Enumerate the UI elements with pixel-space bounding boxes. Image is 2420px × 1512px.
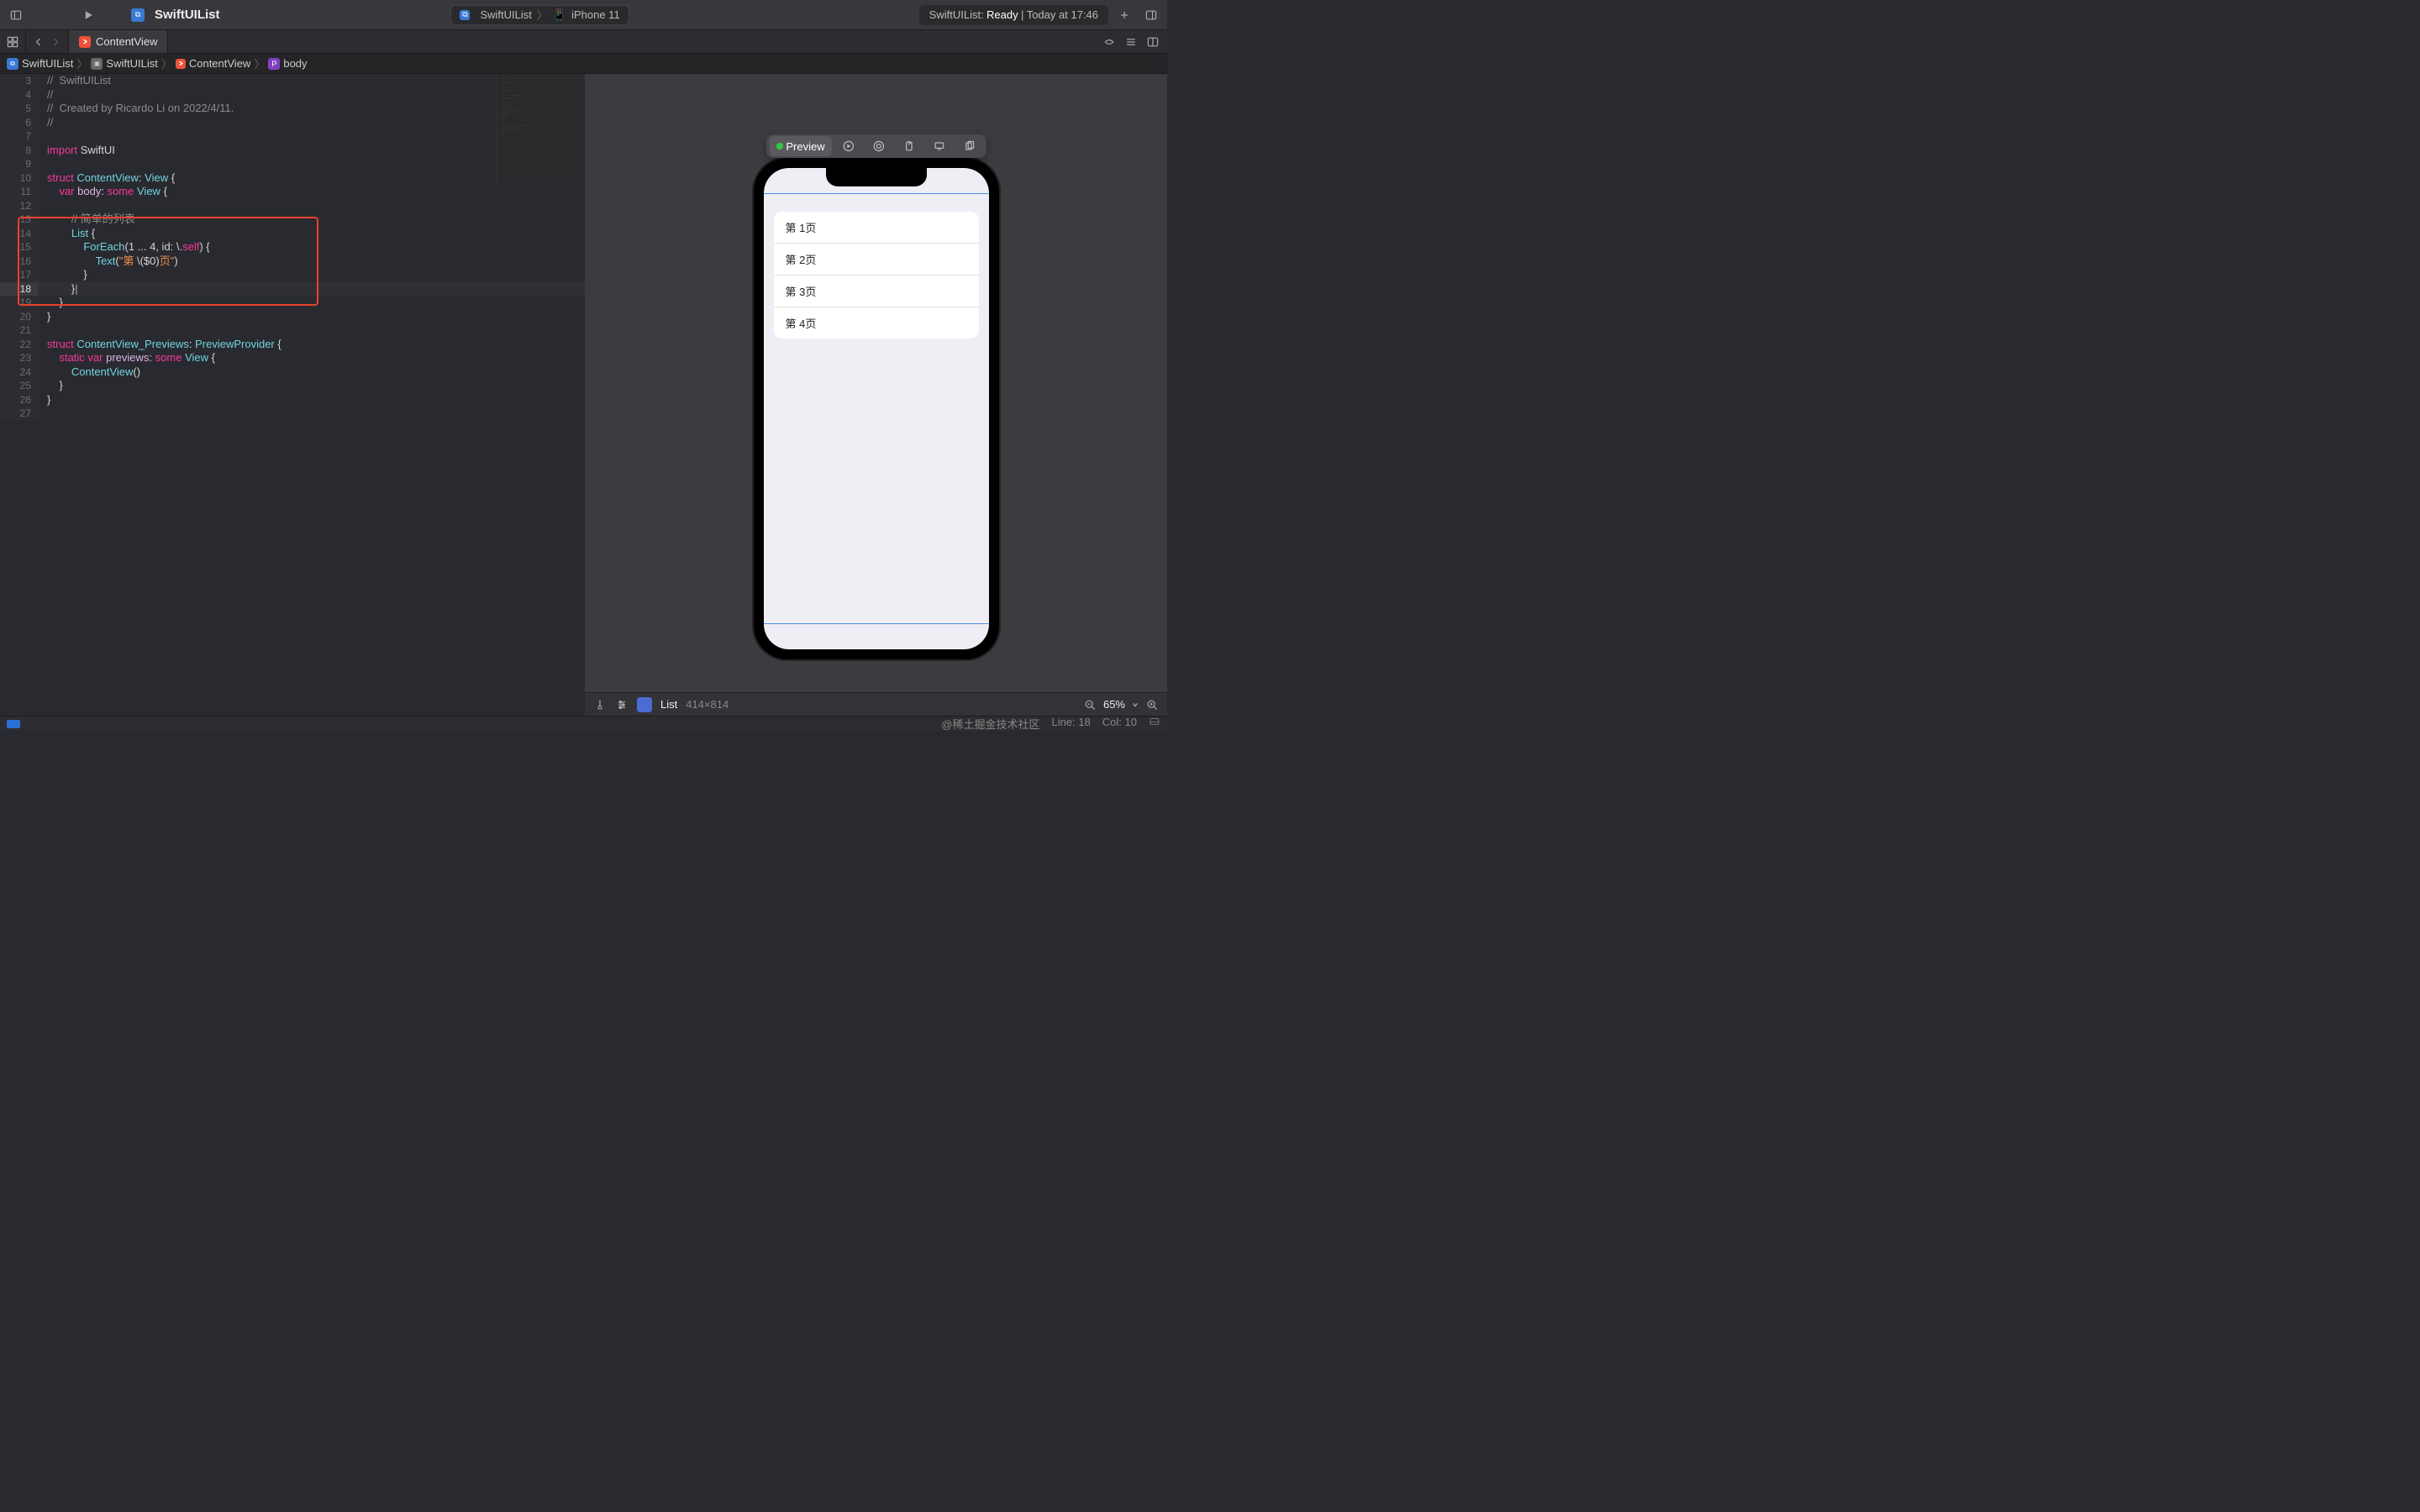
- titlebar: ⧉ SwiftUIList ⧉ SwiftUIList 〉 📱 iPhone 1…: [0, 0, 1167, 30]
- breadcrumb-item[interactable]: ContentView: [189, 57, 250, 70]
- list-item[interactable]: 第 1页: [774, 212, 979, 244]
- scheme-device: iPhone 11: [571, 8, 620, 21]
- selected-element-icon: [637, 697, 652, 712]
- code-line[interactable]: 27: [0, 407, 585, 421]
- preview-list[interactable]: 第 1页第 2页第 3页第 4页: [774, 212, 979, 339]
- code-line[interactable]: 12: [0, 199, 585, 213]
- status-panel-icon[interactable]: [1149, 716, 1160, 727]
- code-line[interactable]: 23 static var previews: some View {: [0, 351, 585, 365]
- minimap[interactable]: ────────────────────────────────────────…: [497, 74, 585, 183]
- simulator-screen[interactable]: 第 1页第 2页第 3页第 4页: [764, 168, 989, 649]
- zoom-level[interactable]: 65%: [1103, 698, 1125, 711]
- list-item[interactable]: 第 4页: [774, 307, 979, 339]
- project-title: SwiftUIList: [155, 8, 220, 22]
- scheme-app-icon: ⧉: [460, 10, 470, 20]
- folder-icon: ▣: [91, 58, 103, 70]
- preview-duplicate-icon[interactable]: [956, 136, 983, 156]
- selected-element-name: List: [660, 698, 677, 711]
- code-line[interactable]: 26}: [0, 393, 585, 407]
- code-line[interactable]: 22struct ContentView_Previews: PreviewPr…: [0, 338, 585, 352]
- editor-options-icon[interactable]: [1102, 34, 1117, 50]
- preview-inspect-icon[interactable]: [865, 136, 892, 156]
- zoom-out-icon[interactable]: [1083, 698, 1097, 711]
- pin-icon[interactable]: [593, 698, 607, 711]
- phone-notch: [826, 168, 927, 186]
- preview-device-icon[interactable]: [926, 136, 953, 156]
- swift-file-icon: [79, 36, 91, 48]
- code-line[interactable]: 18 }|: [0, 282, 585, 297]
- code-line[interactable]: 21: [0, 323, 585, 338]
- code-line[interactable]: 17 }: [0, 268, 585, 282]
- nav-forward-icon[interactable]: [48, 34, 63, 50]
- adjust-editor-icon[interactable]: [1123, 34, 1139, 50]
- add-editor-icon[interactable]: [1145, 34, 1160, 50]
- breadcrumb[interactable]: ⧉ SwiftUIList 〉 ▣ SwiftUIList 〉 ContentV…: [0, 54, 1167, 74]
- nav-back-icon[interactable]: [31, 34, 46, 50]
- preview-play-icon[interactable]: [835, 136, 862, 156]
- scheme-app-name: SwiftUIList: [480, 8, 531, 21]
- code-line[interactable]: 13 // 简单的列表: [0, 213, 585, 227]
- swift-file-icon: [176, 59, 186, 69]
- simulator-icon: 📱: [553, 8, 566, 22]
- scheme-separator: 〉: [537, 7, 548, 23]
- code-line[interactable]: 16 Text("第 \($0)页"): [0, 255, 585, 269]
- cursor-line: Line: 18: [1052, 716, 1091, 732]
- selection-bound-bottom: [764, 623, 989, 624]
- code-line[interactable]: 14 List {: [0, 227, 585, 241]
- live-status-dot: [776, 143, 782, 150]
- toggle-navigator-icon[interactable]: [7, 6, 25, 24]
- preview-toolbar: Preview: [765, 134, 986, 158]
- preview-settings-icon[interactable]: [615, 698, 629, 711]
- list-item[interactable]: 第 2页: [774, 244, 979, 276]
- preview-bottom-bar: List 414×814 65%: [585, 692, 1167, 716]
- breadcrumb-item[interactable]: SwiftUIList: [106, 57, 157, 70]
- list-item[interactable]: 第 3页: [774, 276, 979, 307]
- run-button[interactable]: [79, 6, 97, 24]
- preview-label: Preview: [786, 140, 824, 153]
- code-line[interactable]: 11 var body: some View {: [0, 185, 585, 199]
- code-line[interactable]: 20}: [0, 310, 585, 324]
- watermark: @稀土掘金技术社区: [941, 716, 1039, 732]
- chevron-down-icon[interactable]: [1132, 701, 1139, 708]
- simulator-phone-frame: 第 1页第 2页第 3页第 4页: [754, 158, 999, 659]
- breadcrumb-item[interactable]: SwiftUIList: [22, 57, 73, 70]
- code-line[interactable]: 24 ContentView(): [0, 365, 585, 380]
- tab-contentview[interactable]: ContentView: [69, 30, 168, 53]
- breadcrumb-project-icon: ⧉: [7, 58, 18, 70]
- zoom-in-icon[interactable]: [1145, 698, 1159, 711]
- preview-live-button[interactable]: Preview: [769, 136, 831, 156]
- status-bar: @稀土掘金技术社区 Line: 18 Col: 10: [0, 716, 1167, 731]
- code-line[interactable]: 15 ForEach(1 ... 4, id: \.self) {: [0, 240, 585, 255]
- status-indicator[interactable]: [7, 720, 20, 728]
- preview-on-device-icon[interactable]: [896, 136, 923, 156]
- library-add-icon[interactable]: [1115, 6, 1134, 24]
- selected-element-dims: 414×814: [686, 698, 729, 711]
- code-line[interactable]: 25 }: [0, 379, 585, 393]
- preview-pane: Preview 第 1页第 2页第 3页第 4页: [585, 74, 1167, 716]
- related-items-icon[interactable]: [5, 34, 20, 50]
- project-icon: ⧉: [131, 8, 145, 22]
- activity-status: SwiftUIList: Ready | Today at 17:46: [919, 5, 1108, 25]
- toggle-inspector-icon[interactable]: [1142, 6, 1160, 24]
- tab-label: ContentView: [96, 35, 157, 48]
- cursor-col: Col: 10: [1102, 716, 1137, 732]
- tab-row: ContentView: [0, 30, 1167, 54]
- code-editor[interactable]: 3// SwiftUIList4//5// Created by Ricardo…: [0, 74, 585, 716]
- selection-bound-top: [764, 193, 989, 194]
- property-icon: P: [268, 58, 280, 70]
- preview-canvas[interactable]: Preview 第 1页第 2页第 3页第 4页: [585, 74, 1167, 692]
- breadcrumb-item[interactable]: body: [283, 57, 307, 70]
- scheme-selector[interactable]: ⧉ SwiftUIList 〉 📱 iPhone 11: [450, 5, 629, 25]
- code-line[interactable]: 19 }: [0, 296, 585, 310]
